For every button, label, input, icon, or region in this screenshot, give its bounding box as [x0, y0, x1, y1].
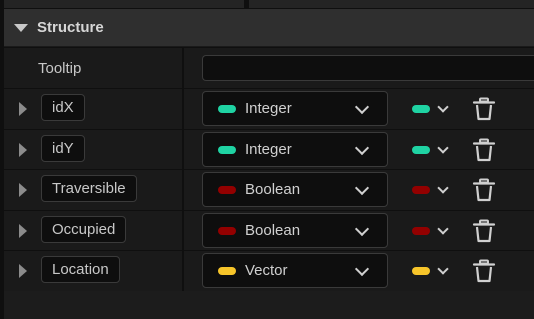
container-color-pill-icon: [412, 146, 430, 154]
chevron-down-icon: [437, 263, 449, 275]
expand-arrow-icon[interactable]: [19, 224, 27, 238]
trash-icon[interactable]: [472, 259, 496, 283]
column-divider[interactable]: [182, 170, 184, 210]
container-type-dropdown[interactable]: [408, 99, 456, 119]
variable-type-label: Boolean: [245, 181, 301, 198]
type-color-pill-icon: [218, 186, 236, 194]
variable-row: Occupied Boolean: [4, 210, 534, 251]
expand-arrow-icon[interactable]: [19, 264, 27, 278]
panel-empty-area: [4, 291, 534, 319]
chevron-down-icon: [354, 140, 370, 156]
section-title: Structure: [37, 19, 104, 36]
tooltip-row: Tooltip: [4, 47, 534, 88]
column-divider[interactable]: [182, 130, 184, 170]
column-divider[interactable]: [182, 211, 184, 251]
type-color-pill-icon: [218, 267, 236, 275]
type-color-pill-icon: [218, 105, 236, 113]
tooltip-input[interactable]: [202, 55, 534, 81]
type-color-pill-icon: [218, 227, 236, 235]
chevron-down-icon: [354, 99, 370, 115]
variable-type-dropdown[interactable]: Boolean: [202, 213, 388, 248]
container-type-dropdown[interactable]: [408, 221, 456, 241]
chevron-down-icon: [437, 101, 449, 113]
variable-type-dropdown[interactable]: Integer: [202, 91, 388, 126]
variable-name-field[interactable]: Occupied: [41, 216, 127, 243]
structure-section-header[interactable]: Structure: [4, 9, 534, 46]
expand-arrow-icon[interactable]: [19, 183, 27, 197]
variable-type-dropdown[interactable]: Boolean: [202, 172, 388, 207]
trash-icon[interactable]: [472, 178, 496, 202]
details-panel: Structure Tooltip idX Integer idY Integer Tr…: [0, 0, 534, 319]
column-divider[interactable]: [182, 48, 184, 88]
container-color-pill-icon: [412, 186, 430, 194]
chevron-down-icon: [354, 221, 370, 237]
trash-icon[interactable]: [472, 97, 496, 121]
collapse-arrow-icon[interactable]: [14, 23, 28, 32]
variable-name-field[interactable]: Location: [41, 256, 120, 283]
variable-type-dropdown[interactable]: Integer: [202, 132, 388, 167]
column-divider[interactable]: [182, 251, 184, 291]
variable-row: Location Vector: [4, 250, 534, 291]
container-type-dropdown[interactable]: [408, 140, 456, 160]
container-type-dropdown[interactable]: [408, 180, 456, 200]
variable-name-field[interactable]: idX: [41, 94, 85, 121]
structure-section: Structure Tooltip idX Integer idY Integer Tr…: [4, 9, 534, 291]
variable-name-field[interactable]: Traversible: [41, 175, 137, 202]
variable-name-field[interactable]: idY: [41, 135, 85, 162]
variable-type-label: Vector: [245, 262, 288, 279]
tooltip-label: Tooltip: [38, 60, 82, 77]
variable-type-label: Boolean: [245, 222, 301, 239]
trash-icon[interactable]: [472, 219, 496, 243]
variable-type-label: Integer: [245, 100, 292, 117]
variable-type-label: Integer: [245, 141, 292, 158]
container-color-pill-icon: [412, 267, 430, 275]
expand-arrow-icon[interactable]: [19, 143, 27, 157]
container-color-pill-icon: [412, 227, 430, 235]
container-type-dropdown[interactable]: [408, 261, 456, 281]
trash-icon[interactable]: [472, 138, 496, 162]
variable-row: idX Integer: [4, 88, 534, 129]
chevron-down-icon: [354, 261, 370, 277]
chevron-down-icon: [437, 142, 449, 154]
chevron-down-icon: [354, 180, 370, 196]
chevron-down-icon: [437, 223, 449, 235]
expand-arrow-icon[interactable]: [19, 102, 27, 116]
variable-type-dropdown[interactable]: Vector: [202, 253, 388, 288]
variable-row: idY Integer: [4, 129, 534, 170]
column-divider[interactable]: [182, 89, 184, 129]
column-gap: [244, 0, 249, 8]
container-color-pill-icon: [412, 105, 430, 113]
variable-row: Traversible Boolean: [4, 169, 534, 210]
chevron-down-icon: [437, 182, 449, 194]
previous-section-strip: [4, 0, 534, 8]
type-color-pill-icon: [218, 146, 236, 154]
